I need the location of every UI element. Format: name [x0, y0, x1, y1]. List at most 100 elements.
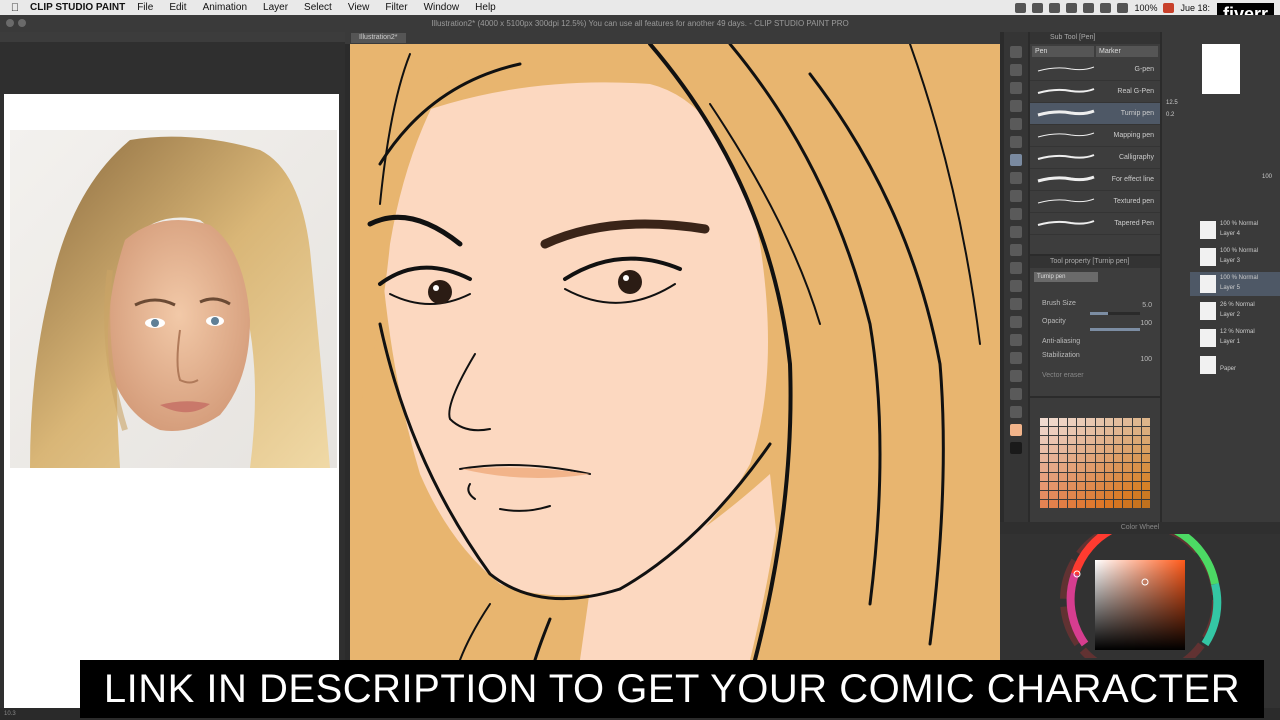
airbrush-tool-icon[interactable]	[1010, 208, 1022, 220]
color-swatch[interactable]	[1104, 418, 1113, 427]
brush-item[interactable]: Turnip pen	[1030, 103, 1160, 125]
color-swatch[interactable]	[1123, 490, 1132, 499]
color-swatch[interactable]	[1077, 472, 1086, 481]
color-swatch[interactable]	[1095, 454, 1104, 463]
opacity-value[interactable]: 100	[1140, 320, 1152, 327]
color-swatch[interactable]	[1058, 436, 1067, 445]
menu-edit[interactable]: Edit	[169, 2, 186, 13]
color-swatch[interactable]	[1077, 427, 1086, 436]
color-swatch[interactable]	[1040, 463, 1049, 472]
color-swatch[interactable]	[1123, 445, 1132, 454]
color-swatch[interactable]	[1141, 418, 1150, 427]
menu-layer[interactable]: Layer	[263, 2, 288, 13]
color-swatch[interactable]	[1067, 445, 1076, 454]
figure-tool-icon[interactable]	[1010, 316, 1022, 328]
color-swatch[interactable]	[1114, 454, 1123, 463]
color-swatch[interactable]	[1132, 427, 1141, 436]
ruler-tool-icon[interactable]	[1010, 352, 1022, 364]
color-swatch[interactable]	[1114, 418, 1123, 427]
color-swatch[interactable]	[1067, 499, 1076, 508]
color-swatch[interactable]	[1040, 418, 1049, 427]
color-swatch[interactable]	[1077, 490, 1086, 499]
layer-name[interactable]: Paper	[1220, 366, 1236, 372]
color-swatch[interactable]	[1049, 418, 1058, 427]
color-swatch[interactable]	[1104, 454, 1113, 463]
color-swatch[interactable]	[1067, 481, 1076, 490]
menu-animation[interactable]: Animation	[203, 2, 247, 13]
color-swatch[interactable]	[1132, 481, 1141, 490]
color-swatch[interactable]	[1040, 490, 1049, 499]
color-swatch[interactable]	[1049, 490, 1058, 499]
notification-icon[interactable]	[1032, 2, 1044, 13]
opacity-slider[interactable]	[1090, 328, 1140, 331]
balloon-tool-icon[interactable]	[1010, 388, 1022, 400]
color-swatch[interactable]	[1086, 436, 1095, 445]
color-swatch[interactable]	[1132, 454, 1141, 463]
color-swatch[interactable]	[1095, 481, 1104, 490]
menu-file[interactable]: File	[137, 2, 153, 13]
menu-window[interactable]: Window	[424, 2, 460, 13]
color-swatch[interactable]	[1086, 445, 1095, 454]
menu-help[interactable]: Help	[475, 2, 496, 13]
color-swatch[interactable]	[1040, 427, 1049, 436]
color-swatch[interactable]	[1067, 463, 1076, 472]
color-swatch[interactable]	[1114, 472, 1123, 481]
color-swatch[interactable]	[1086, 499, 1095, 508]
color-swatch[interactable]	[1058, 481, 1067, 490]
color-swatch[interactable]	[1077, 499, 1086, 508]
color-swatch[interactable]	[1123, 499, 1132, 508]
color-swatch[interactable]	[1067, 454, 1076, 463]
angle-value[interactable]: 0.2	[1166, 112, 1174, 118]
color-swatch[interactable]	[1114, 490, 1123, 499]
menu-view[interactable]: View	[348, 2, 370, 13]
main-color-swatch[interactable]	[1010, 424, 1022, 436]
color-swatch[interactable]	[1040, 454, 1049, 463]
color-swatch[interactable]	[1141, 472, 1150, 481]
color-swatch[interactable]	[1095, 445, 1104, 454]
layer-name[interactable]: Layer 5	[1220, 285, 1240, 291]
color-swatch[interactable]	[1040, 436, 1049, 445]
correct-line-tool-icon[interactable]	[1010, 406, 1022, 418]
color-swatch[interactable]	[1049, 463, 1058, 472]
color-swatch[interactable]	[1104, 490, 1113, 499]
menu-filter[interactable]: Filter	[385, 2, 407, 13]
color-swatch[interactable]	[1058, 499, 1067, 508]
menu-select[interactable]: Select	[304, 2, 332, 13]
color-swatch[interactable]	[1067, 418, 1076, 427]
color-swatch[interactable]	[1141, 490, 1150, 499]
color-swatch[interactable]	[1123, 427, 1132, 436]
color-swatch[interactable]	[1114, 481, 1123, 490]
color-swatch[interactable]	[1095, 418, 1104, 427]
color-swatch[interactable]	[1123, 463, 1132, 472]
app-menu[interactable]: CLIP STUDIO PAINT	[30, 2, 125, 13]
layer-row[interactable]: Paper	[1190, 353, 1280, 377]
color-swatch[interactable]	[1132, 499, 1141, 508]
color-swatch[interactable]	[1077, 481, 1086, 490]
color-swatch[interactable]	[1067, 490, 1076, 499]
flag-icon[interactable]	[1163, 2, 1175, 13]
color-swatch[interactable]	[1049, 454, 1058, 463]
stabilization-value[interactable]: 100	[1140, 356, 1152, 363]
brush-size-slider[interactable]	[1090, 312, 1140, 315]
color-swatch[interactable]	[1114, 499, 1123, 508]
color-swatch[interactable]	[1132, 418, 1141, 427]
color-swatch[interactable]	[1095, 490, 1104, 499]
color-swatch[interactable]	[1058, 427, 1067, 436]
brush-size-value[interactable]: 5.0	[1142, 302, 1152, 309]
color-swatch[interactable]	[1086, 427, 1095, 436]
color-swatch[interactable]	[1132, 445, 1141, 454]
color-swatch[interactable]	[1086, 418, 1095, 427]
color-swatch[interactable]	[1049, 472, 1058, 481]
color-swatch[interactable]	[1123, 481, 1132, 490]
color-swatch[interactable]	[1067, 472, 1076, 481]
layer-row[interactable]: 26 % Normal Layer 2	[1190, 299, 1280, 323]
brush-item[interactable]: For effect line	[1030, 169, 1160, 191]
color-swatch[interactable]	[1141, 454, 1150, 463]
layer-row[interactable]: 100 % Normal Layer 5	[1190, 272, 1280, 296]
color-swatch[interactable]	[1104, 463, 1113, 472]
brush-item[interactable]: Calligraphy	[1030, 147, 1160, 169]
color-swatch[interactable]	[1049, 427, 1058, 436]
color-swatch[interactable]	[1067, 436, 1076, 445]
color-swatch[interactable]	[1104, 427, 1113, 436]
color-swatch[interactable]	[1114, 436, 1123, 445]
